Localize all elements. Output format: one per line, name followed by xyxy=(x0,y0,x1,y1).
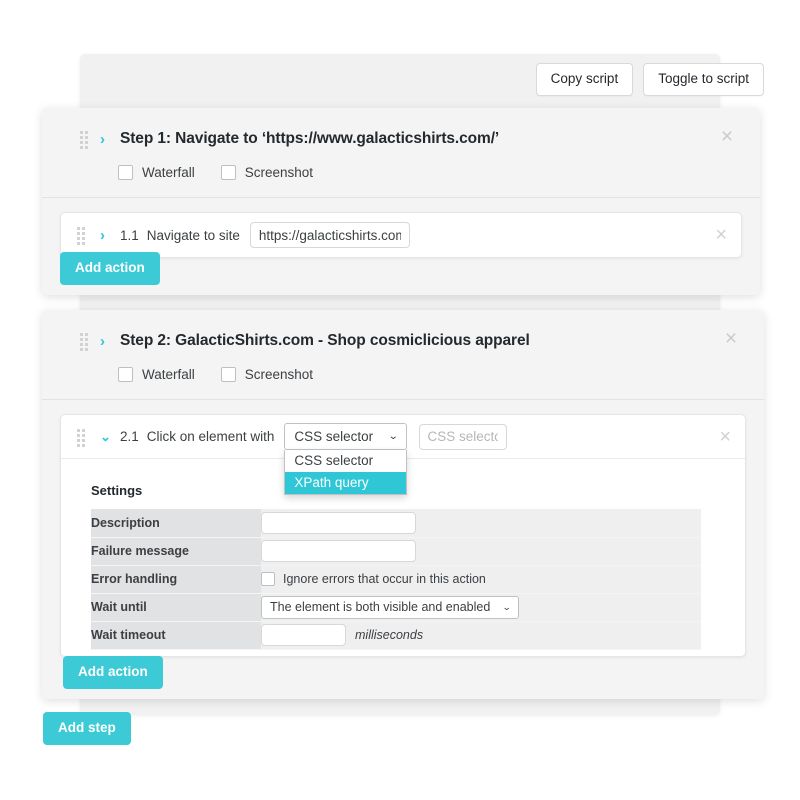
action-row-2-1: ⌄ 2.1 Click on element with CSS selector… xyxy=(61,415,745,495)
step-1-title: Step 1: Navigate to ‘https://www.galacti… xyxy=(120,130,500,147)
waterfall-checkbox-1[interactable]: Waterfall xyxy=(118,165,195,180)
wait-timeout-unit-label: milliseconds xyxy=(355,628,424,642)
chevron-right-icon[interactable]: › xyxy=(100,334,110,349)
description-input[interactable] xyxy=(261,511,416,534)
waterfall-checkbox-2[interactable]: Waterfall xyxy=(118,367,195,382)
step-1-options: Waterfall Screenshot xyxy=(118,165,740,197)
settings-row-wait-until: Wait until The element is both visible a… xyxy=(91,593,701,622)
step-2-body: ⌄ 2.1 Click on element with CSS selector… xyxy=(42,399,764,674)
drag-handle-icon[interactable] xyxy=(80,131,89,149)
chevron-right-icon[interactable]: › xyxy=(100,228,110,243)
drag-handle-icon[interactable] xyxy=(77,428,86,447)
screenshot-checkbox-1[interactable]: Screenshot xyxy=(220,165,314,180)
remove-action-2-1-icon[interactable]: × xyxy=(719,427,731,447)
checkbox-icon[interactable] xyxy=(220,165,236,180)
waterfall-label-2: Waterfall xyxy=(142,367,195,382)
option-css-selector[interactable]: CSS selector xyxy=(285,450,405,472)
settings-row-description: Description xyxy=(91,509,701,538)
add-action-button-2[interactable]: Add action xyxy=(63,656,163,689)
settings-row-failure-message: Failure message xyxy=(91,537,701,566)
app-canvas: Copy script Toggle to script › Step 1: N… xyxy=(0,0,800,800)
ignore-errors-label: Ignore errors that occur in this action xyxy=(283,572,486,586)
settings-value-wait-until: The element is both visible and enabled … xyxy=(261,593,701,622)
checkbox-icon[interactable] xyxy=(220,367,236,382)
checkbox-icon[interactable] xyxy=(118,165,133,180)
settings-title: Settings xyxy=(91,483,143,498)
step-1-header: › Step 1: Navigate to ‘https://www.galac… xyxy=(42,108,760,197)
add-action-button-1[interactable]: Add action xyxy=(60,252,160,285)
failure-message-input[interactable] xyxy=(261,540,416,562)
selector-type-options: CSS selector XPath query xyxy=(284,450,407,495)
checkbox-icon[interactable] xyxy=(118,367,133,382)
copy-script-button[interactable]: Copy script xyxy=(535,63,634,96)
selector-type-value: CSS selector xyxy=(294,429,374,444)
settings-table: Description Failure message Error handli… xyxy=(91,509,701,650)
add-step-button[interactable]: Add step xyxy=(43,712,131,745)
close-step-1-icon[interactable]: × xyxy=(716,126,738,149)
settings-value-error-handling: Ignore errors that occur in this action xyxy=(261,565,701,594)
step-2-options: Waterfall Screenshot xyxy=(118,367,744,399)
action-number-1-1: 1.1 xyxy=(120,227,139,243)
action-card-2-1: ⌄ 2.1 Click on element with CSS selector… xyxy=(60,414,746,657)
settings-row-error-handling: Error handling Ignore errors that occur … xyxy=(91,565,701,594)
wait-timeout-input[interactable] xyxy=(261,624,346,646)
script-toolbar: Copy script Toggle to script xyxy=(535,63,764,96)
remove-action-1-1-icon[interactable]: × xyxy=(715,225,727,245)
settings-value-failure-message xyxy=(261,537,701,566)
screenshot-label-1: Screenshot xyxy=(244,165,314,180)
navigate-url-input[interactable] xyxy=(249,222,410,248)
close-step-2-icon[interactable]: × xyxy=(720,328,742,351)
action-number-2-1: 2.1 xyxy=(120,429,139,444)
wait-until-value: The element is both visible and enabled xyxy=(270,600,491,614)
chevron-down-icon: ⌄ xyxy=(502,601,512,612)
settings-value-description xyxy=(261,509,701,538)
option-xpath-query[interactable]: XPath query xyxy=(285,472,406,494)
chevron-right-icon[interactable]: › xyxy=(100,132,110,147)
step-2-header: › Step 2: GalacticShirts.com - Shop cosm… xyxy=(42,310,764,399)
screenshot-label-2: Screenshot xyxy=(244,367,314,382)
action-row-1-1: › 1.1 Navigate to site × xyxy=(61,213,741,257)
action-label-1-1: Navigate to site xyxy=(146,227,240,243)
settings-key-description: Description xyxy=(91,509,261,538)
settings-key-wait-until: Wait until xyxy=(91,593,261,622)
waterfall-label-1: Waterfall xyxy=(142,165,195,180)
chevron-down-icon: ⌄ xyxy=(388,431,399,442)
toggle-to-script-button[interactable]: Toggle to script xyxy=(643,63,764,96)
wait-until-select[interactable]: The element is both visible and enabled … xyxy=(261,595,519,619)
checkbox-icon[interactable] xyxy=(261,572,275,586)
step-card-2: › Step 2: GalacticShirts.com - Shop cosm… xyxy=(42,310,764,699)
settings-value-wait-timeout: milliseconds xyxy=(261,621,701,650)
drag-handle-icon[interactable] xyxy=(77,227,86,245)
action-card-1-1: › 1.1 Navigate to site × xyxy=(60,212,742,258)
action-label-2-1: Click on element with xyxy=(146,429,275,444)
selector-value-input[interactable] xyxy=(418,423,507,450)
selector-type-dropdown[interactable]: CSS selector ⌄ CSS selector XPath query xyxy=(284,423,407,495)
screenshot-checkbox-2[interactable]: Screenshot xyxy=(220,367,314,382)
settings-key-failure-message: Failure message xyxy=(91,537,261,566)
drag-handle-icon[interactable] xyxy=(80,333,89,351)
settings-key-wait-timeout: Wait timeout xyxy=(91,621,261,650)
settings-row-wait-timeout: Wait timeout milliseconds xyxy=(91,621,701,650)
selector-type-select[interactable]: CSS selector ⌄ xyxy=(284,423,407,450)
chevron-down-icon[interactable]: ⌄ xyxy=(100,430,111,443)
ignore-errors-checkbox[interactable]: Ignore errors that occur in this action xyxy=(261,572,701,586)
settings-key-error-handling: Error handling xyxy=(91,565,261,594)
step-2-title: Step 2: GalacticShirts.com - Shop cosmic… xyxy=(120,332,530,349)
